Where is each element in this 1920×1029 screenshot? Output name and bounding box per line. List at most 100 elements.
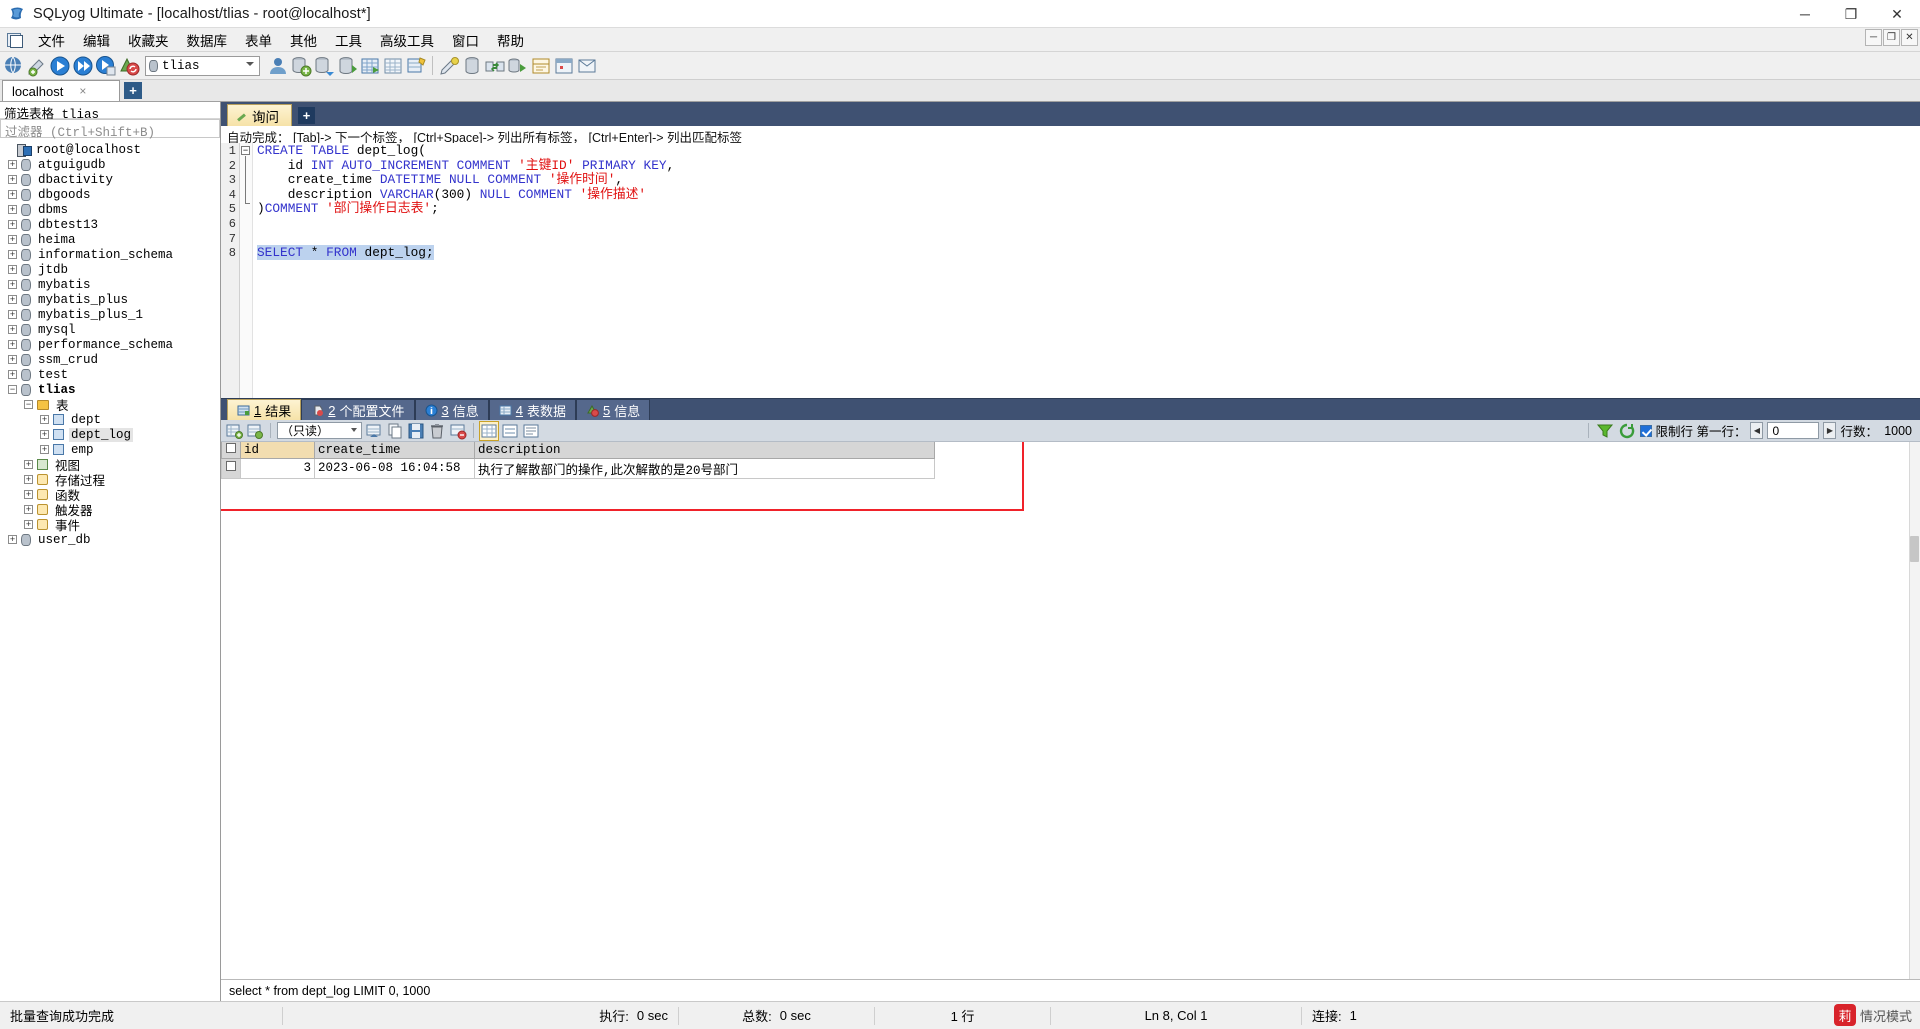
tree-node-table-emp[interactable]: + emp <box>0 442 220 457</box>
collapse-icon[interactable]: − <box>8 385 17 394</box>
expand-icon[interactable]: + <box>8 190 17 199</box>
form-view-icon[interactable] <box>501 422 519 440</box>
vertical-scrollbar[interactable] <box>1909 442 1920 979</box>
result-grid[interactable]: id create_time description 3 2023-06-08 … <box>221 442 935 479</box>
expand-icon[interactable]: + <box>8 265 17 274</box>
expand-icon[interactable]: + <box>8 220 17 229</box>
expand-icon[interactable]: + <box>40 415 49 424</box>
code-fold-column[interactable]: − <box>240 143 253 398</box>
apply-changes-icon[interactable] <box>449 422 467 440</box>
tree-node-performance-schema[interactable]: + performance_schema <box>0 337 220 352</box>
expand-icon[interactable]: + <box>24 460 33 469</box>
connection-tab-localhost[interactable]: localhost × <box>2 80 120 101</box>
schema-sync-icon[interactable] <box>507 55 529 77</box>
checkbox-icon[interactable] <box>226 442 236 453</box>
result-grid-area[interactable]: id create_time description 3 2023-06-08 … <box>221 442 1920 979</box>
expand-icon[interactable]: + <box>8 535 17 544</box>
expand-icon[interactable]: + <box>40 445 49 454</box>
schema-designer-icon[interactable] <box>405 55 427 77</box>
tree-node-ssm-crud[interactable]: + ssm_crud <box>0 352 220 367</box>
tree-node-triggers[interactable]: + 触发器 <box>0 502 220 519</box>
add-query-tab-button[interactable]: + <box>298 107 315 124</box>
db-backup-icon[interactable] <box>290 55 312 77</box>
menu-window[interactable]: 窗口 <box>443 28 488 52</box>
grid-view-icon[interactable] <box>382 55 404 77</box>
grid-mode-selector[interactable]: （只读） <box>277 422 362 439</box>
scrollbar-thumb[interactable] <box>1910 536 1919 562</box>
query-builder-icon[interactable] <box>530 55 552 77</box>
menu-tools[interactable]: 工具 <box>326 28 371 52</box>
tree-node-heima[interactable]: + heima <box>0 232 220 247</box>
scheduler-icon[interactable] <box>553 55 575 77</box>
column-header-description[interactable]: description <box>474 442 935 459</box>
refresh-data-icon[interactable] <box>365 422 383 440</box>
code-line-4[interactable]: description VARCHAR(300) NULL COMMENT '操… <box>257 187 1920 203</box>
tree-node-events[interactable]: + 事件 <box>0 517 220 534</box>
duplicate-row-icon[interactable] <box>386 422 404 440</box>
prev-page-button[interactable]: ◀ <box>1750 422 1764 439</box>
mdi-minimize-button[interactable]: ─ <box>1865 29 1882 46</box>
tree-node-dbms[interactable]: + dbms <box>0 202 220 217</box>
refresh-objects-icon[interactable] <box>118 55 140 77</box>
expand-icon[interactable]: + <box>24 520 33 529</box>
db-restore-icon[interactable] <box>313 55 335 77</box>
result-tab-1[interactable]: 1 结果 <box>227 399 302 420</box>
result-tab-2[interactable]: 2 个配置文件 <box>301 399 415 420</box>
expand-icon[interactable]: + <box>8 205 17 214</box>
menu-other[interactable]: 其他 <box>281 28 326 52</box>
expand-icon[interactable]: + <box>8 250 17 259</box>
filter-input[interactable]: 过滤器 (Ctrl+Shift+B) <box>0 119 220 140</box>
next-page-button[interactable]: ▶ <box>1823 422 1837 439</box>
delete-row-icon[interactable] <box>428 422 446 440</box>
tree-node-information-schema[interactable]: + information_schema <box>0 247 220 262</box>
menu-database[interactable]: 数据库 <box>178 28 237 52</box>
expand-icon[interactable]: + <box>8 370 17 379</box>
fold-toggle-icon[interactable]: − <box>241 146 250 155</box>
tree-node-atguigudb[interactable]: + atguigudb <box>0 157 220 172</box>
cell-create-time[interactable]: 2023-06-08 16:04:58 <box>314 457 475 479</box>
new-connection-icon[interactable] <box>3 55 25 77</box>
database-selector[interactable]: tlias <box>145 55 260 76</box>
user-manager-icon[interactable] <box>267 55 289 77</box>
expand-icon[interactable]: + <box>8 235 17 244</box>
tree-node-tlias[interactable]: − tlias <box>0 382 220 397</box>
code-line-3[interactable]: create_time DATETIME NULL COMMENT '操作时间'… <box>257 172 1920 188</box>
menu-favorites[interactable]: 收藏夹 <box>119 28 178 52</box>
code-line-6[interactable] <box>257 217 1920 232</box>
tree-node-user-db[interactable]: + user_db <box>0 532 220 547</box>
table-row[interactable]: 3 2023-06-08 16:04:58 执行了解散部门的操作,此次解散的是2… <box>221 457 935 479</box>
notification-icon[interactable] <box>576 55 598 77</box>
expand-icon[interactable]: + <box>24 505 33 514</box>
expand-icon[interactable]: + <box>8 295 17 304</box>
cell-id[interactable]: 3 <box>240 457 315 479</box>
tree-node-functions[interactable]: + 函数 <box>0 487 220 504</box>
menu-advanced-tools[interactable]: 高级工具 <box>371 28 443 52</box>
row-select-cell[interactable] <box>221 457 241 479</box>
tree-node-table-dept[interactable]: + dept <box>0 412 220 427</box>
data-sync-icon[interactable] <box>484 55 506 77</box>
tree-node-mybatis[interactable]: + mybatis <box>0 277 220 292</box>
new-query-tab-icon[interactable] <box>26 55 48 77</box>
expand-icon[interactable]: + <box>8 340 17 349</box>
expand-icon[interactable]: + <box>8 175 17 184</box>
code-line-8[interactable]: SELECT * FROM dept_log; <box>257 245 1920 261</box>
execute-current-icon[interactable] <box>95 55 117 77</box>
expand-icon[interactable]: + <box>8 355 17 364</box>
code-line-5[interactable]: )COMMENT '部门操作日志表'; <box>257 202 1920 217</box>
execute-all-icon[interactable] <box>72 55 94 77</box>
tree-node-root[interactable]: root@localhost <box>0 142 220 157</box>
column-header-create-time[interactable]: create_time <box>314 442 475 459</box>
expand-icon[interactable]: + <box>8 280 17 289</box>
column-header-id[interactable]: id <box>240 442 315 459</box>
expand-icon[interactable]: + <box>40 430 49 439</box>
sql-code[interactable]: CREATE TABLE dept_log( id INT AUTO_INCRE… <box>253 143 1920 398</box>
expand-icon[interactable]: + <box>8 325 17 334</box>
expand-icon[interactable]: + <box>8 160 17 169</box>
insert-row-icon[interactable] <box>246 422 264 440</box>
code-line-2[interactable]: id INT AUTO_INCREMENT COMMENT '主键ID' PRI… <box>257 158 1920 174</box>
code-line-7[interactable] <box>257 232 1920 247</box>
maximize-button[interactable]: ❐ <box>1828 0 1874 28</box>
mdi-restore-button[interactable]: ❐ <box>1883 29 1900 46</box>
tree-node-procedures[interactable]: + 存储过程 <box>0 472 220 489</box>
select-all-header[interactable] <box>221 442 241 459</box>
